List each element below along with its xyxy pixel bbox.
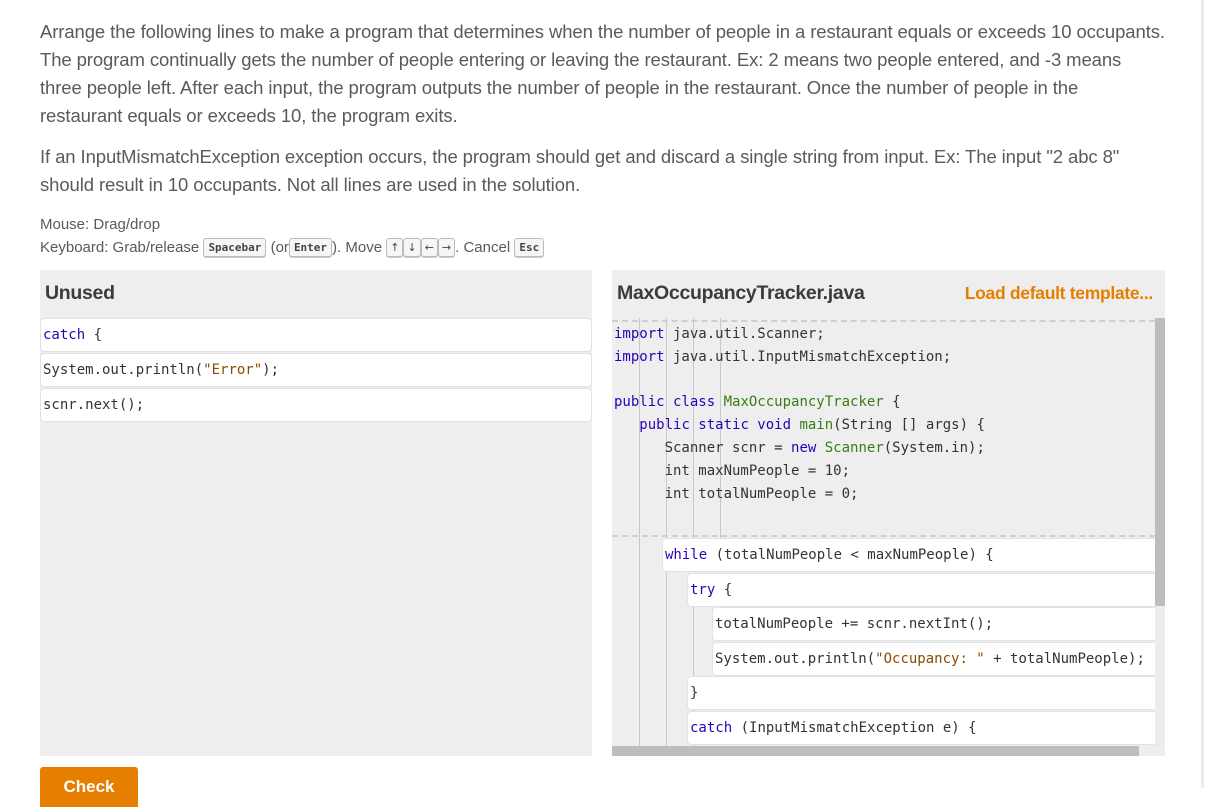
- code-token: Scanner: [816, 440, 884, 456]
- code-panel[interactable]: MaxOccupancyTracker.java Load default te…: [612, 270, 1165, 756]
- load-default-template-link[interactable]: Load default template...: [965, 283, 1154, 304]
- placed-block-try[interactable]: try {: [687, 573, 1155, 607]
- cancel-text: . Cancel: [455, 239, 511, 256]
- keyboard-help: Keyboard: Grab/release Spacebar (or Enter…: [40, 236, 1165, 259]
- code-area[interactable]: import java.util.Scanner; import java.ut…: [612, 318, 1155, 746]
- placed-block-catch-exception[interactable]: catch (InputMismatchException e) {: [687, 711, 1155, 745]
- code-token: while: [665, 547, 708, 563]
- code-text: {: [85, 327, 103, 343]
- key-esc: Esc: [514, 238, 545, 257]
- unused-block-println-error[interactable]: System.out.println("Error");: [40, 353, 592, 387]
- code-string: "Error": [203, 362, 263, 378]
- fixed-code-imports: import java.util.Scanner; import java.ut…: [614, 323, 951, 369]
- indent-guide: [666, 318, 667, 746]
- code-token: (InputMismatchException e) {: [732, 720, 977, 736]
- code-token: public static void: [639, 417, 792, 433]
- code-token: Scanner scnr =: [664, 440, 792, 456]
- code-token: int maxNumPeople = 10;: [664, 463, 851, 479]
- code-token: java.util.Scanner;: [664, 326, 825, 342]
- code-text: );: [262, 362, 280, 378]
- key-spacebar: Spacebar: [203, 238, 267, 257]
- code-token: (totalNumPeople < maxNumPeople) {: [707, 547, 994, 563]
- code-token: main: [791, 417, 834, 433]
- key-down-arrow-icon: ↓: [403, 238, 421, 257]
- code-token: catch: [690, 720, 733, 736]
- code-token: import: [614, 349, 665, 365]
- placed-block-while[interactable]: while (totalNumPeople < maxNumPeople) {: [662, 538, 1155, 572]
- page-edge-divider: [1201, 0, 1204, 788]
- key-enter: Enter: [288, 238, 333, 257]
- placed-block-nextint[interactable]: totalNumPeople += scnr.nextInt();: [712, 607, 1155, 641]
- instructions-paragraph-1: Arrange the following lines to make a pr…: [40, 21, 1165, 126]
- code-token: {: [883, 394, 901, 410]
- code-token: {: [715, 582, 733, 598]
- code-token: MaxOccupancyTracker: [715, 394, 884, 410]
- placed-block-close-brace[interactable]: }: [687, 676, 1155, 710]
- check-button[interactable]: Check: [40, 767, 138, 807]
- mouse-help: Mouse: Drag/drop: [40, 216, 161, 233]
- horizontal-scrollbar-thumb[interactable]: [612, 746, 1139, 756]
- file-name: MaxOccupancyTracker.java: [617, 282, 865, 304]
- keyboard-help-label: Keyboard: Grab/release: [40, 239, 200, 256]
- or-text: (or: [270, 239, 289, 256]
- code-token: "Occupancy: ": [875, 651, 985, 667]
- code-token: totalNumPeople += scnr.nextInt();: [715, 616, 994, 632]
- code-token: }: [690, 685, 699, 701]
- code-text: scnr.next();: [43, 397, 145, 413]
- check-button-label: Check: [63, 777, 115, 796]
- fixed-code-class-header: public class MaxOccupancyTracker { publi…: [614, 391, 985, 506]
- instructions-paragraph-2: If an InputMismatchException exception o…: [40, 146, 1120, 195]
- unused-block-scnr-next[interactable]: scnr.next();: [40, 388, 592, 422]
- code-text: System.out.println(: [43, 362, 204, 378]
- code-token: System.out.println(: [715, 651, 876, 667]
- move-text: ). Move: [332, 239, 383, 256]
- indent-guide: [639, 318, 640, 746]
- unused-block-catch[interactable]: catch {: [40, 318, 592, 352]
- code-token: + totalNumPeople);: [984, 651, 1145, 667]
- code-keyword: catch: [43, 327, 86, 343]
- instructions: Arrange the following lines to make a pr…: [40, 18, 1165, 259]
- code-token: try: [690, 582, 716, 598]
- code-token: (System.in);: [883, 440, 985, 456]
- code-token: (String [] args) {: [833, 417, 985, 433]
- code-token: public class: [614, 394, 716, 410]
- drop-zone-divider: [612, 535, 1155, 537]
- code-token: new: [791, 440, 817, 456]
- key-up-arrow-icon: ↑: [386, 238, 404, 257]
- unused-title: Unused: [45, 282, 115, 304]
- placed-block-println-occupancy[interactable]: System.out.println("Occupancy: " + total…: [712, 642, 1155, 676]
- key-right-arrow-icon: →: [437, 238, 456, 257]
- key-left-arrow-icon: ←: [420, 238, 438, 257]
- code-token: java.util.InputMismatchException;: [664, 349, 952, 365]
- code-token: int totalNumPeople = 0;: [664, 486, 859, 502]
- vertical-scrollbar-thumb[interactable]: [1155, 318, 1165, 606]
- code-token: import: [614, 326, 665, 342]
- unused-panel[interactable]: Unused catch { System.out.println("Error…: [40, 270, 592, 756]
